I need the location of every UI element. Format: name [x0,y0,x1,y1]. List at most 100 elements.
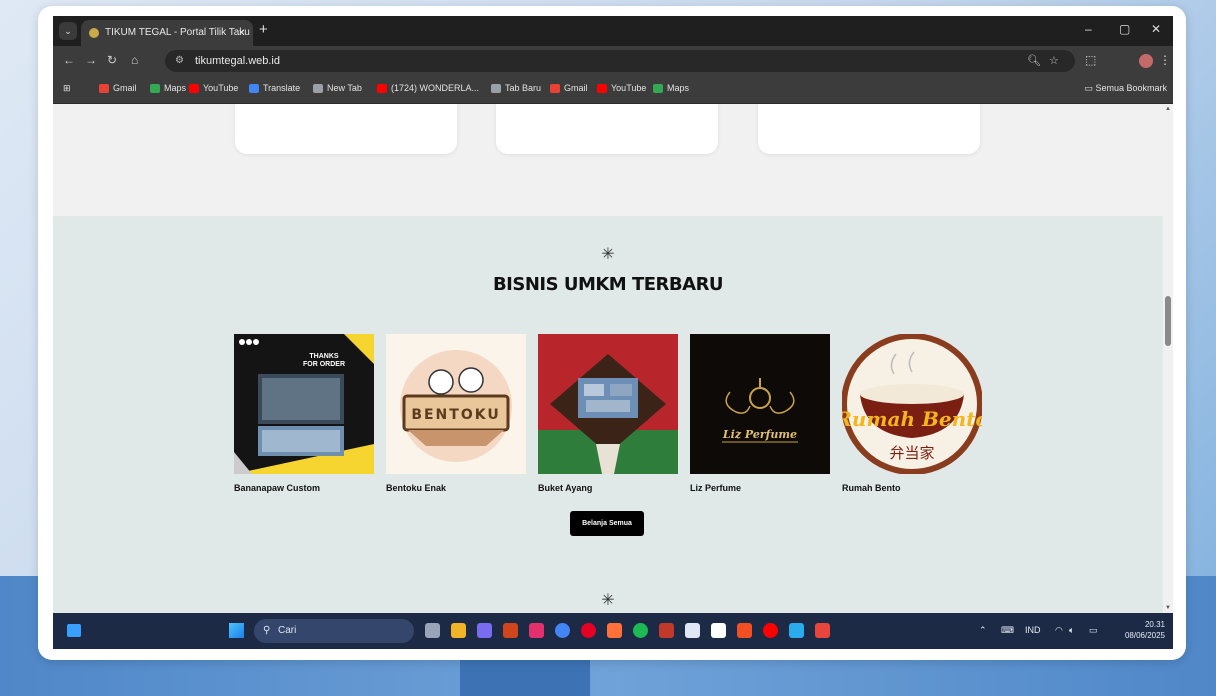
forward-icon[interactable]: → [85,53,97,67]
copilot-icon[interactable] [477,623,492,638]
chrome-icon [313,83,323,93]
clock[interactable]: 20.31 08/06/2025 [1111,619,1165,641]
firefox-icon[interactable] [607,623,622,638]
youtube-icon[interactable] [763,623,778,638]
youtube-icon [377,83,387,93]
document-icon[interactable] [685,623,700,638]
close-window-button[interactable]: ✕ [1151,22,1161,36]
chrome-icon [491,83,501,93]
youtube-icon [597,83,607,93]
bookmark-item[interactable]: Gmail [550,83,588,93]
bookmark-item[interactable]: Maps [150,83,186,93]
search-placeholder: Cari [278,625,297,636]
bookmark-item[interactable]: (1724) WONDERLA... [377,83,479,93]
minimize-button[interactable]: – [1085,22,1092,36]
language-indicator[interactable]: IND [1025,625,1041,635]
bookmark-item[interactable]: Translate [249,83,300,93]
card-partial [758,104,980,154]
extensions-icon[interactable]: ⬚ [1085,53,1096,67]
thumb-text: Rumah Bento [842,407,982,431]
task-view-icon[interactable] [425,623,440,638]
bookmark-item[interactable]: Maps [653,83,689,93]
app-icon[interactable] [659,623,674,638]
product-card[interactable]: Buket Ayang [538,334,678,493]
product-image[interactable] [538,334,678,474]
product-image[interactable]: Liz Perfume [690,334,830,474]
youtube-icon [189,83,199,93]
bookmark-item[interactable]: YouTube [597,83,646,93]
keyboard-icon[interactable]: ⌨ [1001,625,1014,636]
app-icon[interactable] [815,623,830,638]
product-card[interactable]: Liz Perfume Liz Perfume [690,334,830,493]
thumb-text: 弁当家 [889,444,934,462]
screen: ⌄ TIKUM TEGAL - Portal Tilik Taku × + – … [53,16,1173,649]
search-icon: ⚲ [263,625,271,636]
scroll-thumb[interactable] [1165,296,1171,346]
product-name[interactable]: Bentoku Enak [386,483,526,493]
bookmark-label: YouTube [203,83,239,93]
taskbar-search[interactable]: ⚲ Cari [254,619,414,643]
product-image[interactable]: THANKS FOR ORDER [234,334,374,474]
document-icon[interactable] [711,623,726,638]
bookmark-item[interactable]: Tab Baru [491,83,541,93]
all-bookmarks-button[interactable]: ▭ Semua Bookmark [1084,83,1167,94]
file-explorer-icon[interactable] [451,623,466,638]
site-info-icon[interactable]: ⚙ [175,50,184,72]
product-name[interactable]: Buket Ayang [538,483,678,493]
product-card[interactable]: Rumah Bento 弁当家 Rumah Bento [842,334,982,493]
product-image[interactable]: Rumah Bento 弁当家 [842,334,982,474]
translate-icon [249,83,259,93]
scroll-up-icon[interactable]: ▲ [1165,106,1171,112]
umkm-section: ✳ BISNIS UMKM TERBARU THANKS FOR ORDER B… [53,216,1163,613]
telegram-icon[interactable] [789,623,804,638]
wifi-icon[interactable]: ◠ [1055,625,1063,636]
product-card[interactable]: BENTOKU Bentoku Enak [386,334,526,493]
shop-all-button[interactable]: Belanja Semua [570,511,644,536]
back-icon[interactable]: ← [63,53,75,67]
product-name[interactable]: Rumah Bento [842,483,982,493]
page-scrollbar[interactable]: ▲ ▼ [1163,104,1173,613]
bookmark-item[interactable]: New Tab [313,83,362,93]
pinterest-icon[interactable] [581,623,596,638]
store-icon[interactable] [737,623,752,638]
product-name[interactable]: Bananapaw Custom [234,483,374,493]
instagram-icon[interactable] [529,623,544,638]
tab-search-icon[interactable]: ⌄ [59,22,77,40]
battery-icon[interactable]: ▭ [1089,625,1098,636]
bookmark-item[interactable]: Gmail [99,83,137,93]
tab-title: TIKUM TEGAL - Portal Tilik Taku [105,27,250,38]
bookmark-label: Maps [164,83,187,93]
chrome-icon[interactable] [555,623,570,638]
menu-icon[interactable]: ⋮ [1159,53,1171,67]
widgets-icon[interactable] [67,624,81,637]
bookmark-item[interactable]: YouTube [189,83,238,93]
start-button[interactable] [229,623,244,638]
bookmark-label: Translate [263,83,301,93]
maps-icon [653,83,663,93]
zoom-icon[interactable]: 🔍︎ [1027,50,1041,72]
bookmark-label: New Tab [327,83,362,93]
gmail-icon [99,83,109,93]
profile-avatar[interactable] [1139,54,1153,68]
new-tab-button[interactable]: + [259,21,268,38]
tray-chevron-icon[interactable]: ⌃ [979,625,987,636]
volume-icon[interactable]: 🔈︎ [1069,625,1074,636]
maps-icon [150,83,160,93]
illustrator-icon[interactable] [503,623,518,638]
product-image[interactable]: BENTOKU [386,334,526,474]
home-icon[interactable]: ⌂ [131,53,138,67]
product-card[interactable]: THANKS FOR ORDER Bananapaw Custom [234,334,374,493]
address-bar[interactable]: ⚙ tikumtegal.web.id 🔍︎ ☆ [165,50,1075,72]
reload-icon[interactable]: ↻ [107,53,117,67]
restore-button[interactable]: ▢ [1119,22,1130,36]
apps-icon[interactable]: ⊞ [63,83,71,94]
all-bookmarks-label: Semua Bookmark [1095,83,1167,93]
bookmark-star-icon[interactable]: ☆ [1049,50,1059,72]
thumb-text: Liz Perfume [722,428,797,441]
scroll-down-icon[interactable]: ▼ [1165,605,1171,611]
spotify-icon[interactable] [633,623,648,638]
star-ornament-icon: ✳ [601,592,615,609]
product-name[interactable]: Liz Perfume [690,483,830,493]
tab-close-icon[interactable]: × [239,20,245,46]
browser-tab-active[interactable]: TIKUM TEGAL - Portal Tilik Taku × [81,20,253,46]
